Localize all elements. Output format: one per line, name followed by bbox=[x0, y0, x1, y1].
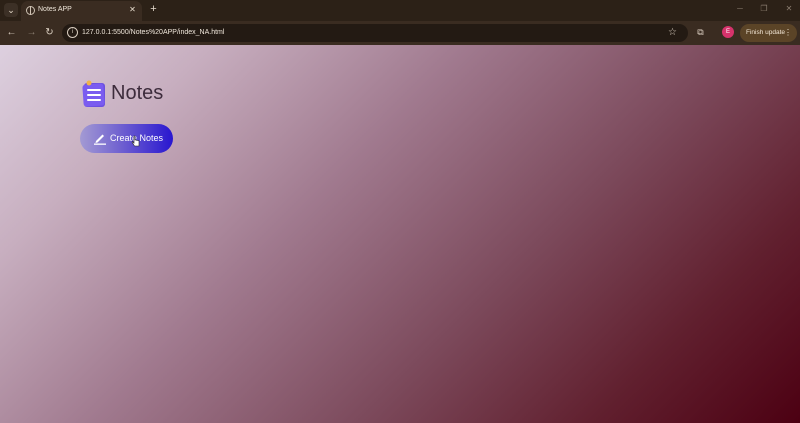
forward-icon[interactable]: → bbox=[24, 25, 39, 40]
maximize-icon[interactable]: ❐ bbox=[757, 2, 771, 16]
minimize-icon[interactable]: ─ bbox=[733, 2, 747, 16]
tab-close-icon[interactable]: ✕ bbox=[127, 4, 138, 15]
page-title: Notes bbox=[111, 82, 164, 104]
site-info-icon[interactable]: i bbox=[67, 27, 78, 38]
finish-update-button[interactable]: Finish update ⋮ bbox=[740, 24, 797, 42]
notepad-icon bbox=[82, 80, 105, 107]
finish-update-label: Finish update bbox=[746, 29, 786, 36]
avatar[interactable]: E bbox=[722, 26, 734, 38]
tab-strip: ⌄ Notes APP ✕ + ─ ❐ ✕ bbox=[0, 0, 800, 21]
close-icon[interactable]: ✕ bbox=[782, 2, 796, 16]
url-text[interactable]: 127.0.0.1:5500/Notes%20APP/index_NA.html bbox=[82, 29, 224, 36]
back-icon[interactable]: ← bbox=[4, 25, 19, 40]
browser-toolbar: ← → ↻ i 127.0.0.1:5500/Notes%20APP/index… bbox=[0, 21, 800, 45]
page-viewport: Notes Create Notes bbox=[0, 45, 800, 423]
tab-title: Notes APP bbox=[38, 6, 72, 13]
tab-notes-app[interactable]: Notes APP ✕ bbox=[21, 1, 142, 21]
create-notes-button[interactable]: Create Notes bbox=[80, 124, 173, 153]
extensions-icon[interactable]: ⧉ bbox=[694, 26, 707, 39]
address-bar[interactable]: i 127.0.0.1:5500/Notes%20APP/index_NA.ht… bbox=[62, 24, 688, 42]
reload-icon[interactable]: ↻ bbox=[42, 25, 57, 40]
pencil-icon bbox=[94, 134, 106, 145]
more-icon: ⋮ bbox=[784, 28, 792, 37]
mouse-pointer-icon bbox=[131, 135, 140, 147]
tab-search-icon[interactable]: ⌄ bbox=[4, 3, 18, 17]
star-icon[interactable]: ☆ bbox=[666, 26, 679, 39]
globe-icon bbox=[26, 6, 35, 15]
new-tab-button[interactable]: + bbox=[147, 3, 160, 16]
